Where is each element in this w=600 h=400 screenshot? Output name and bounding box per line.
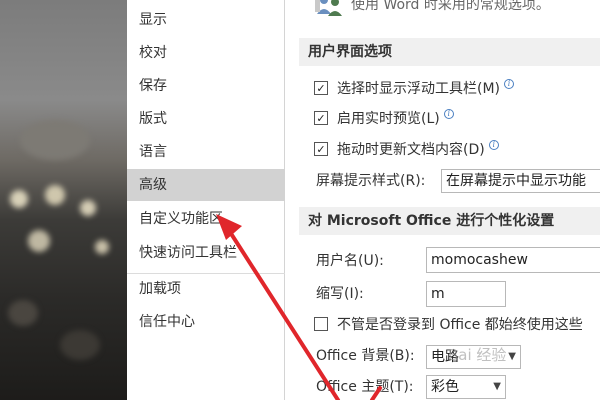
- nav-item-label: 版式: [139, 111, 167, 127]
- people-icon: [315, 0, 345, 16]
- initials-label: 缩写(I):: [316, 286, 364, 302]
- section-header-label: 用户界面选项: [308, 44, 392, 60]
- nav-item-label: 保存: [139, 78, 167, 94]
- nav-item-label: 自定义功能区: [139, 211, 223, 227]
- nav-item-label: 快速访问工具栏: [139, 245, 237, 261]
- screentip-style-value: 在屏幕提示中显示功能: [446, 173, 586, 189]
- checkbox-row-update-while-dragging[interactable]: ✓ 拖动时更新文档内容(D) i: [314, 138, 499, 160]
- nav-item-proofing[interactable]: 校对: [127, 37, 285, 69]
- nav-item-language[interactable]: 语言: [127, 136, 285, 168]
- office-theme-value: 彩色: [431, 379, 459, 395]
- office-background-label: Office 背景(B):: [316, 348, 415, 364]
- nav-item-quick-access-toolbar[interactable]: 快速访问工具栏: [127, 237, 285, 269]
- checkbox-label: 拖动时更新文档内容(D): [337, 142, 485, 158]
- intro-text: 使用 Word 时采用的常规选项。: [351, 0, 550, 13]
- mini-toolbar-checkbox[interactable]: ✓: [314, 81, 328, 95]
- checkbox-row-mini-toolbar[interactable]: ✓ 选择时显示浮动工具栏(M) i: [314, 77, 515, 99]
- live-preview-checkbox[interactable]: ✓: [314, 111, 328, 125]
- username-value: momocashew: [431, 252, 528, 268]
- nav-item-trust-center[interactable]: 信任中心: [127, 306, 285, 338]
- checkbox-row-always-use[interactable]: 不管是否登录到 Office 都始终使用这些: [314, 313, 583, 335]
- office-theme-select[interactable]: 彩色 ▼: [426, 375, 506, 399]
- section-header-personalize: 对 Microsoft Office 进行个性化设置: [299, 207, 600, 235]
- checkbox-label: 选择时显示浮动工具栏(M): [337, 81, 501, 97]
- office-theme-label: Office 主题(T):: [316, 379, 414, 395]
- nav-item-layout[interactable]: 版式: [127, 103, 285, 135]
- initials-value: m: [431, 286, 445, 302]
- username-label: 用户名(U):: [316, 253, 384, 269]
- nav-item-label: 信任中心: [139, 314, 195, 330]
- checkbox-row-live-preview[interactable]: ✓ 启用实时预览(L) i: [314, 107, 454, 129]
- nav-item-save[interactable]: 保存: [127, 70, 285, 102]
- username-field[interactable]: momocashew: [426, 247, 600, 273]
- nav-item-label: 显示: [139, 12, 167, 28]
- info-icon: i: [504, 79, 515, 89]
- panel-gap: [285, 0, 299, 400]
- nav-item-label: 语言: [139, 144, 167, 160]
- options-content: 使用 Word 时采用的常规选项。 用户界面选项 ✓ 选择时显示浮动工具栏(M)…: [299, 0, 600, 400]
- screentip-style-select[interactable]: 在屏幕提示中显示功能: [441, 169, 600, 193]
- chevron-down-icon: ▼: [508, 351, 516, 362]
- background-photo: [0, 0, 127, 400]
- initials-field[interactable]: m: [426, 281, 506, 307]
- section-header-ui-options: 用户界面选项: [299, 38, 600, 66]
- nav-item-label: 加载项: [139, 281, 181, 297]
- checkbox-label: 不管是否登录到 Office 都始终使用这些: [337, 317, 583, 333]
- nav-item-add-ins[interactable]: 加载项: [127, 273, 285, 305]
- checkbox-label: 启用实时预览(L): [337, 111, 440, 127]
- watermark: Bai 经验: [448, 346, 507, 364]
- update-while-dragging-checkbox[interactable]: ✓: [314, 142, 328, 156]
- nav-item-advanced[interactable]: 高级: [127, 169, 285, 201]
- nav-item-customize-ribbon[interactable]: 自定义功能区: [127, 203, 285, 235]
- section-header-label: 对 Microsoft Office 进行个性化设置: [308, 213, 555, 229]
- nav-item-display[interactable]: 显示: [127, 4, 285, 36]
- info-icon: i: [443, 109, 454, 119]
- nav-item-label: 校对: [139, 45, 167, 61]
- nav-item-label: 高级: [139, 177, 167, 193]
- general-intro: 使用 Word 时采用的常规选项。: [315, 0, 550, 16]
- always-use-checkbox[interactable]: [314, 317, 328, 331]
- chevron-down-icon: ▼: [493, 381, 501, 392]
- options-nav: 显示 校对 保存 版式 语言 高级 自定义功能区 快速访问工具栏 加载项 信任中…: [127, 0, 285, 400]
- screentip-style-label: 屏幕提示样式(R):: [316, 173, 426, 189]
- info-icon: i: [488, 140, 499, 150]
